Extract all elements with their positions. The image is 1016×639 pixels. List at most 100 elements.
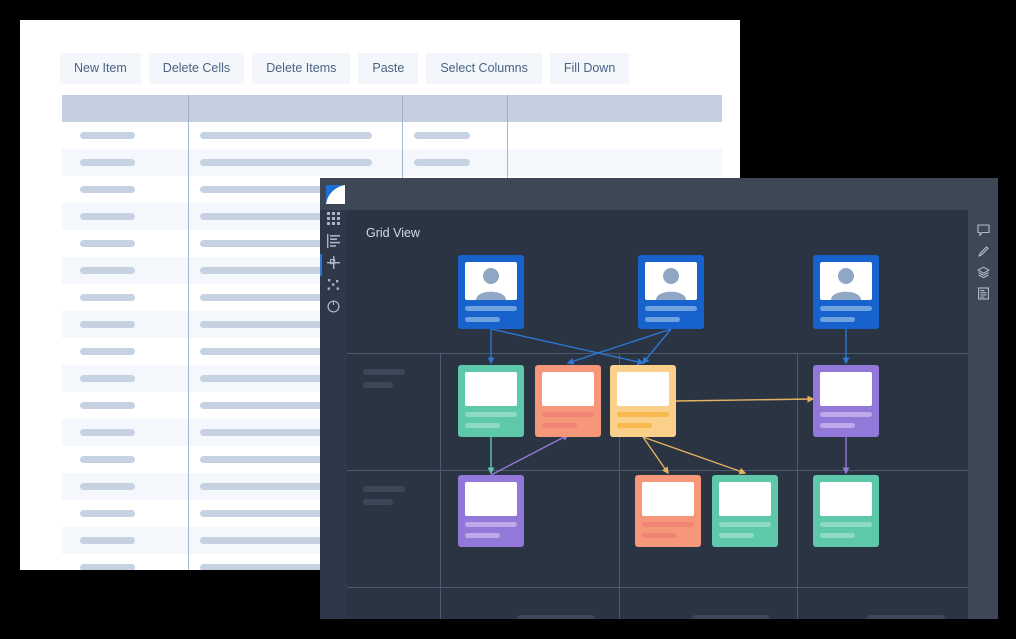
cell-placeholder-0 [80, 429, 135, 436]
sidebar-icon-list[interactable] [320, 232, 347, 254]
card-text-placeholder-0 [542, 412, 594, 417]
card-text-placeholder-1 [645, 317, 680, 322]
spreadsheet-header-row[interactable] [62, 95, 722, 122]
person-node-card[interactable] [458, 255, 524, 329]
connector-arrow [642, 328, 672, 365]
column-separator-2 [507, 95, 508, 122]
card-text-placeholder-0 [617, 412, 669, 417]
column-separator-0 [188, 95, 189, 122]
card-text-placeholder-1 [617, 423, 652, 428]
new-item-button[interactable]: New Item [60, 53, 141, 84]
panel-icon-document[interactable] [968, 285, 998, 306]
sidebar-icon-scatter[interactable] [320, 276, 347, 298]
document-icon [977, 286, 990, 305]
panel-icon-layers[interactable] [968, 264, 998, 285]
column-separator-1 [402, 122, 403, 149]
card-text-placeholder-0 [465, 522, 517, 527]
footer-placeholder-1 [692, 615, 770, 619]
column-separator-0 [188, 311, 189, 338]
comment-bubble-icon [976, 223, 990, 242]
card-text-placeholder-0 [820, 306, 872, 311]
column-separator-0 [188, 203, 189, 230]
table-row[interactable] [62, 149, 722, 176]
column-separator-0 [188, 149, 189, 176]
cell-placeholder-1 [200, 159, 372, 166]
delete-items-button[interactable]: Delete Items [252, 53, 351, 84]
column-separator-2 [507, 122, 508, 149]
connector-arrow [490, 434, 570, 476]
avatar [645, 262, 697, 300]
grid-vline-2 [797, 353, 798, 619]
card-text-placeholder-0 [645, 306, 697, 311]
cell-placeholder-0 [80, 402, 135, 409]
diagram-left-rail[interactable] [320, 210, 347, 619]
node-card[interactable] [458, 475, 524, 547]
card-thumbnail [542, 372, 594, 406]
diagram-title-bar [320, 178, 998, 210]
cell-placeholder-2 [414, 159, 470, 166]
column-separator-0 [188, 365, 189, 392]
card-thumbnail [820, 482, 872, 516]
node-card[interactable] [635, 475, 701, 547]
card-text-placeholder-0 [642, 522, 694, 527]
cell-placeholder-0 [80, 294, 135, 301]
cell-placeholder-0 [80, 132, 135, 139]
cell-placeholder-0 [80, 186, 135, 193]
column-separator-0 [188, 284, 189, 311]
card-thumbnail [617, 372, 669, 406]
cell-placeholder-0 [80, 159, 135, 166]
card-text-placeholder-1 [820, 317, 855, 322]
fill-down-button[interactable]: Fill Down [549, 53, 630, 84]
panel-icon-edit[interactable] [968, 243, 998, 264]
sidebar-icon-grid[interactable] [320, 210, 347, 232]
node-card[interactable] [535, 365, 601, 437]
sidebar-icon-shield[interactable] [320, 298, 347, 320]
paste-button[interactable]: Paste [358, 53, 419, 84]
footer-placeholder-2 [867, 615, 945, 619]
pencil-icon [977, 245, 990, 263]
card-thumbnail [719, 482, 771, 516]
app-logo [326, 185, 345, 204]
delete-cells-button[interactable]: Delete Cells [148, 53, 245, 84]
column-separator-0 [188, 527, 189, 554]
diagram-right-rail[interactable] [968, 210, 998, 619]
node-card[interactable] [712, 475, 778, 547]
list-lines-icon [327, 233, 340, 253]
layers-icon [976, 266, 990, 284]
connector-arrow [642, 436, 669, 475]
diagram-canvas[interactable]: Grid View [347, 210, 968, 619]
connector-arrow [675, 395, 815, 403]
card-text-placeholder-0 [465, 412, 517, 417]
cell-placeholder-1 [200, 132, 372, 139]
cell-placeholder-2 [414, 132, 470, 139]
column-separator-0 [188, 392, 189, 419]
row-label-placeholder [363, 499, 393, 505]
diagram-window: Grid View [320, 178, 998, 619]
row-label-placeholder [363, 369, 405, 375]
table-row[interactable] [62, 122, 722, 149]
card-text-placeholder-0 [465, 306, 517, 311]
card-text-placeholder-1 [465, 423, 500, 428]
column-separator-0 [188, 554, 189, 570]
person-node-card[interactable] [813, 255, 879, 329]
card-text-placeholder-1 [465, 533, 500, 538]
row-label-0 [363, 369, 405, 395]
column-separator-0 [188, 473, 189, 500]
column-separator-1 [402, 95, 403, 122]
node-card[interactable] [610, 365, 676, 437]
node-card[interactable] [458, 365, 524, 437]
person-node-card[interactable] [638, 255, 704, 329]
column-separator-0 [188, 257, 189, 284]
card-text-placeholder-1 [465, 317, 500, 322]
view-label: Grid View [366, 226, 420, 240]
panel-icon-comment[interactable] [968, 222, 998, 243]
scatter-dots-icon [327, 278, 340, 296]
node-card[interactable] [813, 365, 879, 437]
column-separator-0 [188, 446, 189, 473]
select-columns-button[interactable]: Select Columns [426, 53, 542, 84]
shield-circle-icon [327, 300, 340, 318]
spreadsheet-toolbar: New Item Delete Cells Delete Items Paste Sel… [60, 53, 630, 84]
card-thumbnail [642, 482, 694, 516]
sidebar-icon-crosshair[interactable] [320, 254, 347, 276]
node-card[interactable] [813, 475, 879, 547]
